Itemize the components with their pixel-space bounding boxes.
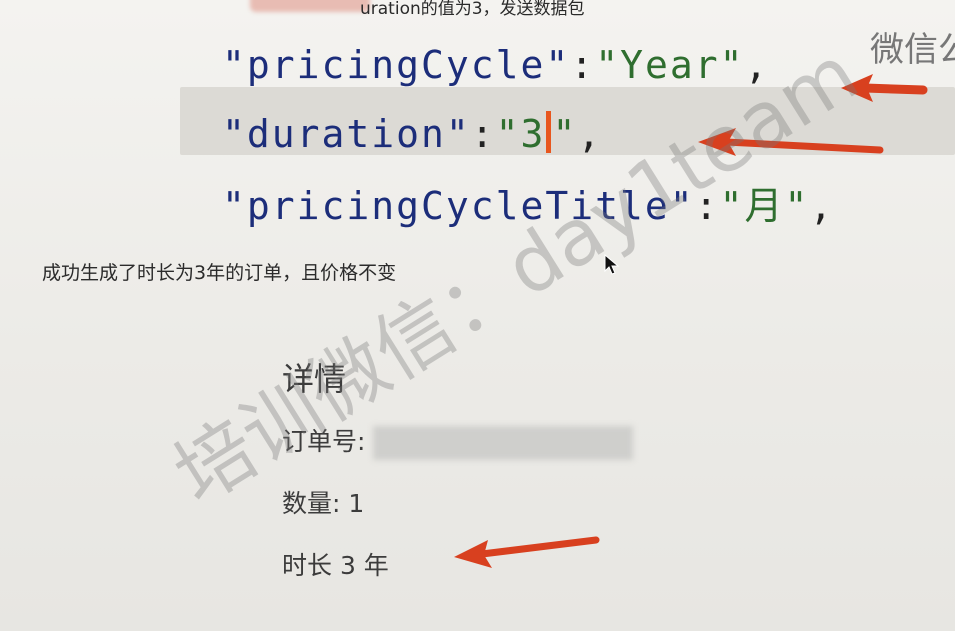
json-key: "duration" (222, 112, 471, 156)
json-separator: : (570, 43, 596, 87)
json-value: "3 (495, 112, 546, 156)
redacted-order-number (373, 426, 634, 460)
quantity-row: 数量: 1 (282, 489, 365, 518)
json-key: "pricingCycle" (222, 43, 571, 87)
highlighted-caption-prefix (250, 0, 370, 12)
result-message: 成功生成了时长为3年的订单，且价格不变 (42, 262, 397, 284)
annotation-arrow-3 (454, 536, 600, 568)
side-text: 微信公 (870, 30, 955, 70)
code-line-pricing-cycle: "pricingCycle":"Year", (222, 43, 769, 87)
json-separator: : (470, 112, 496, 156)
text-caret (546, 111, 552, 153)
duration-row: 时长 3 年 (282, 551, 389, 580)
top-caption: uration的值为3，发送数据包 (360, 0, 585, 19)
code-line-duration[interactable]: "duration":"3 ", (222, 111, 602, 156)
json-comma: , (809, 184, 835, 228)
json-value-close-quote: " (552, 112, 578, 156)
